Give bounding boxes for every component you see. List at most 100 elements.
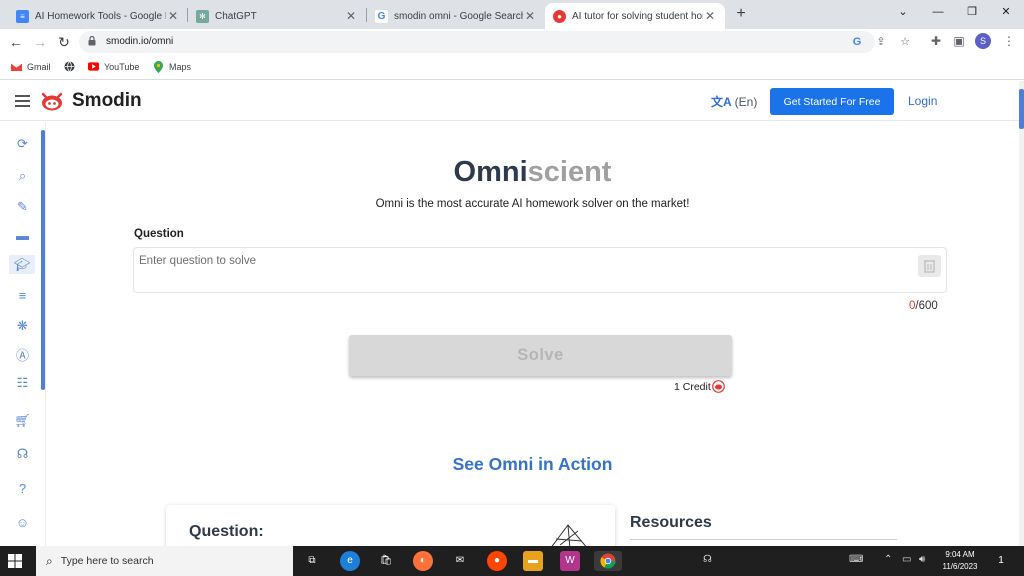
reddit-icon[interactable]: ● — [487, 551, 507, 571]
main-content: Omniscient Omni is the most accurate AI … — [46, 122, 1019, 546]
smodin-page: Smodin 文A (En) Get Started For Free Logi… — [0, 81, 1024, 546]
volume-icon[interactable]: 🔊︎ — [919, 554, 925, 565]
smodin-logo-icon[interactable] — [40, 91, 64, 111]
notification-icon[interactable]: 1 — [994, 554, 1008, 568]
menu-kebab-icon[interactable]: ⋮ — [1001, 33, 1017, 49]
lock-icon — [88, 36, 96, 46]
bookmarks-bar: Gmail YouTube Maps — [0, 56, 1024, 80]
google-icon: G — [375, 9, 388, 23]
brand-name[interactable]: Smodin — [72, 90, 142, 112]
list-add-icon[interactable]: ☷ — [13, 373, 32, 392]
address-bar[interactable]: smodin.io/omni G ⇪ ☆ — [79, 31, 910, 53]
firefox-icon[interactable]: ◐ — [413, 551, 433, 571]
grader-icon[interactable]: Ⓐ — [13, 346, 32, 365]
geometry-sketch-icon — [551, 524, 587, 546]
keyboard-icon[interactable]: ⌨ — [849, 554, 863, 565]
bookmark-gmail[interactable]: Gmail — [11, 61, 51, 72]
help-icon[interactable]: ? — [13, 479, 32, 498]
maps-icon — [153, 60, 164, 73]
headset-icon[interactable]: ☊ — [13, 444, 32, 463]
store-icon[interactable]: 🛍︎ — [376, 551, 396, 571]
plagiarism-icon[interactable]: ⌕ — [13, 166, 32, 185]
windows-start-icon[interactable] — [8, 554, 22, 568]
share-icon[interactable]: ⇪ — [874, 35, 888, 49]
site-header: Smodin 文A (En) Get Started For Free Logi… — [0, 81, 1020, 121]
credit-cost: 1 Credit — [674, 380, 725, 393]
bookmark-globe[interactable] — [64, 61, 80, 72]
tab-google-docs[interactable]: ≡ AI Homework Tools - Google Do ✕ — [8, 3, 188, 29]
minimize-button[interactable]: — — [921, 2, 955, 22]
pen-icon[interactable]: ✎ — [13, 197, 32, 216]
clear-trash-icon[interactable] — [918, 255, 941, 277]
youtube-icon — [88, 61, 99, 72]
people-icon[interactable]: ☊ — [703, 554, 712, 565]
brain-icon[interactable]: ❋ — [13, 316, 32, 335]
chatgpt-icon: ✻ — [196, 9, 209, 23]
mail-icon[interactable]: ✉ — [450, 551, 470, 571]
close-tab-icon[interactable]: ✕ — [344, 9, 358, 23]
reload-button[interactable]: ↻ — [54, 32, 74, 52]
chrome-taskbar-icon[interactable] — [594, 551, 622, 571]
new-tab-button[interactable]: + — [731, 4, 751, 24]
question-label: Question — [134, 228, 184, 240]
side-panel-icon[interactable]: ▣ — [951, 33, 967, 49]
example-question-heading: Question: — [189, 523, 264, 540]
resources-heading: Resources — [630, 514, 712, 531]
file-explorer-icon[interactable]: ▬ — [523, 551, 543, 571]
tab-smodin-active[interactable]: ● AI tutor for solving student hom ✕ — [545, 3, 725, 29]
example-question-card: Question: — [166, 505, 615, 546]
get-started-button[interactable]: Get Started For Free — [770, 88, 894, 115]
close-tab-icon[interactable]: ✕ — [166, 9, 180, 23]
page-title: Omniscient — [453, 156, 612, 188]
cart-icon[interactable]: 🛒︎ — [13, 411, 32, 430]
browser-toolbar: ← → ↻ smodin.io/omni G ⇪ ☆ ✚ ▣ S ⋮ — [0, 29, 1024, 56]
language-selector[interactable]: 文A (En) — [711, 93, 757, 110]
google-docs-icon: ≡ — [16, 9, 29, 23]
close-window-button[interactable]: ✕ — [989, 2, 1023, 22]
chat-icon[interactable]: ▬ — [13, 226, 32, 245]
bookmark-youtube[interactable]: YouTube — [88, 61, 139, 72]
graduation-cap-icon[interactable]: 🎓︎ — [9, 255, 35, 274]
page-scrollbar[interactable] — [1019, 81, 1024, 546]
page-subtitle: Omni is the most accurate AI homework so… — [375, 198, 690, 210]
restore-button[interactable]: ❐ — [955, 2, 989, 22]
char-counter: 0/600 — [909, 300, 938, 312]
bookmark-maps[interactable]: Maps — [153, 60, 191, 73]
credit-coin-icon — [711, 380, 725, 393]
text-lines-icon[interactable]: ≡ — [13, 286, 32, 305]
translate-icon: 文A — [711, 95, 732, 109]
close-tab-icon[interactable]: ✕ — [523, 9, 537, 23]
gmail-icon — [11, 61, 22, 72]
taskbar-clock[interactable]: 9:04 AM 11/6/2023 — [936, 549, 984, 573]
sidebar-scrollbar[interactable] — [41, 130, 45, 390]
hamburger-menu-icon[interactable] — [15, 95, 30, 107]
search-icon: ⌕ — [46, 553, 53, 568]
network-icon[interactable]: ▭ — [902, 554, 911, 565]
tray-chevron-icon[interactable]: ⌃ — [884, 554, 892, 565]
tab-chatgpt[interactable]: ✻ ChatGPT ✕ — [188, 3, 366, 29]
taskbar-search-box[interactable]: ⌕ Type here to search — [36, 546, 293, 576]
question-input[interactable] — [133, 247, 947, 293]
windows-taskbar: ⌕ Type here to search ⧉ e 🛍︎ ◐ ✉ ● ▬ W ☊… — [0, 546, 1024, 576]
globe-icon — [64, 61, 75, 72]
close-tab-icon[interactable]: ✕ — [703, 9, 717, 23]
see-omni-heading: See Omni in Action — [452, 454, 613, 474]
profile-avatar[interactable]: S — [975, 33, 991, 49]
account-icon[interactable]: ☺ — [13, 513, 32, 532]
solve-button[interactable]: Solve — [349, 335, 732, 376]
bookmark-star-icon[interactable]: ☆ — [898, 35, 912, 49]
task-view-icon[interactable]: ⧉ — [302, 551, 322, 571]
tab-google-search[interactable]: G smodin omni - Google Search ✕ — [367, 3, 545, 29]
edge-icon[interactable]: e — [340, 551, 360, 571]
google-translate-icon[interactable]: G — [850, 35, 864, 49]
rewriter-icon[interactable]: ⟳ — [13, 134, 32, 153]
tab-search-chevron-icon[interactable]: ⌄ — [886, 2, 920, 22]
url-text: smodin.io/omni — [106, 36, 174, 47]
extensions-puzzle-icon[interactable]: ✚ — [928, 33, 944, 49]
tab-strip: ≡ AI Homework Tools - Google Do ✕ ✻ Chat… — [0, 0, 1024, 29]
wps-office-icon[interactable]: W — [560, 551, 580, 571]
forward-button[interactable]: → — [30, 32, 50, 52]
back-button[interactable]: ← — [6, 32, 26, 52]
tool-sidebar: ⟳ ⌕ ✎ ▬ 🎓︎ ≡ ❋ Ⓐ ☷ 🛒︎ ☊ ? ☺ — [0, 122, 46, 546]
login-link[interactable]: Login — [908, 94, 937, 108]
